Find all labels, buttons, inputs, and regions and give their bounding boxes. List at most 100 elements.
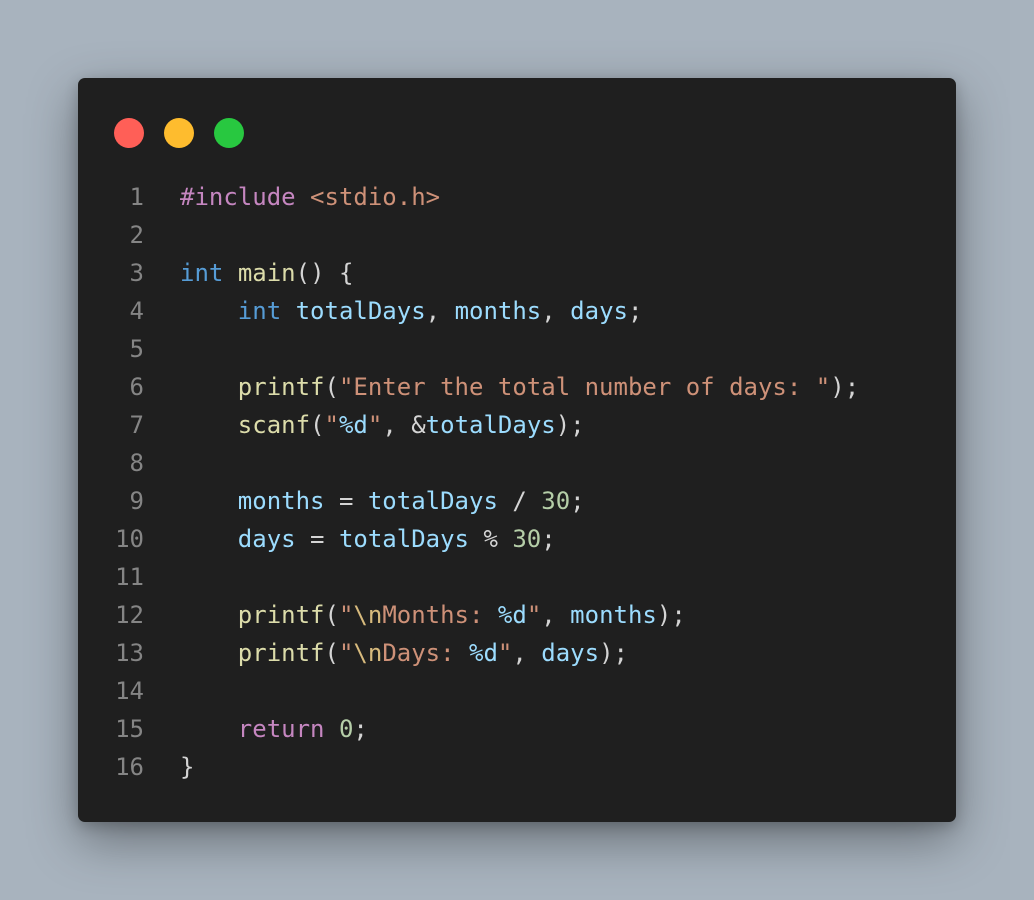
line-number: 9 xyxy=(129,487,144,515)
punctuation: ( xyxy=(295,259,311,287)
punctuation: ) xyxy=(555,411,571,439)
code-line: 11 xyxy=(78,558,956,596)
code-line: 2 xyxy=(78,216,956,254)
line-number: 1 xyxy=(129,183,144,211)
string-literal: " xyxy=(324,411,339,439)
line-source: scanf("%d", &totalDays); xyxy=(180,406,585,444)
line-number: 2 xyxy=(129,221,144,249)
variable: months xyxy=(570,601,657,629)
punctuation: , xyxy=(541,297,556,325)
punctuation: ; xyxy=(541,525,556,553)
punctuation: ) xyxy=(830,373,845,401)
string-literal: " xyxy=(367,411,383,439)
format-specifier: %d xyxy=(338,411,368,439)
line-source: months = totalDays / 30; xyxy=(180,482,585,520)
line-number: 4 xyxy=(129,297,144,325)
line-number: 10 xyxy=(115,525,144,553)
variable: days xyxy=(570,297,628,325)
punctuation: ; xyxy=(844,373,860,401)
string-literal: " xyxy=(338,601,354,629)
string-literal: Days: xyxy=(382,639,470,667)
line-source: #include <stdio.h> xyxy=(180,178,440,216)
variable: totalDays xyxy=(367,487,498,515)
code-line: 14 xyxy=(78,672,956,710)
punctuation: ( xyxy=(324,373,339,401)
line-number: 6 xyxy=(129,373,144,401)
number-literal: 30 xyxy=(512,525,542,553)
line-number: 14 xyxy=(115,677,144,705)
punctuation: ; xyxy=(353,715,368,743)
variable: days xyxy=(541,639,600,667)
control-keyword: return xyxy=(237,715,325,743)
string-literal: " xyxy=(338,639,354,667)
code-line: 9 months = totalDays / 30; xyxy=(78,482,956,520)
escape-sequence: \n xyxy=(353,639,383,667)
function-name: printf xyxy=(237,373,325,401)
line-source: return 0; xyxy=(180,710,368,748)
string-literal: " xyxy=(497,639,513,667)
function-name: printf xyxy=(237,601,325,629)
line-number: 5 xyxy=(129,335,144,363)
code-line: 1 #include <stdio.h> xyxy=(78,178,956,216)
type-keyword: int xyxy=(237,297,282,325)
line-number: 3 xyxy=(129,259,144,287)
variable: days xyxy=(237,525,296,553)
format-specifier: %d xyxy=(469,639,498,667)
close-dot-icon[interactable] xyxy=(114,118,144,148)
line-number: 13 xyxy=(115,639,144,667)
punctuation: ; xyxy=(671,601,686,629)
code-line: 7 scanf("%d", &totalDays); xyxy=(78,406,956,444)
code-line: 4 int totalDays, months, days; xyxy=(78,292,956,330)
function-name: scanf xyxy=(237,411,311,439)
code-line: 12 printf("\nMonths: %d", months); xyxy=(78,596,956,634)
code-line: 16} xyxy=(78,748,956,786)
include-path: <stdio.h> xyxy=(295,183,441,211)
string-literal: Months: xyxy=(382,601,498,629)
line-number: 12 xyxy=(115,601,144,629)
string-literal: "Enter the total number of days: " xyxy=(338,373,831,401)
code-line: 13 printf("\nDays: %d", days); xyxy=(78,634,956,672)
punctuation: { xyxy=(338,259,354,287)
punctuation: = xyxy=(338,487,354,515)
variable: months xyxy=(237,487,325,515)
punctuation: ; xyxy=(570,487,585,515)
punctuation: % xyxy=(483,525,498,553)
line-number: 16 xyxy=(115,753,144,781)
line-source: int totalDays, months, days; xyxy=(180,292,643,330)
line-number: 11 xyxy=(115,563,144,591)
escape-sequence: \n xyxy=(353,601,383,629)
line-number: 7 xyxy=(129,411,144,439)
line-source: printf("\nDays: %d", days); xyxy=(180,634,628,672)
line-number: 15 xyxy=(115,715,144,743)
punctuation: ( xyxy=(324,601,339,629)
type-keyword: int xyxy=(180,259,224,287)
line-number: 8 xyxy=(129,449,144,477)
punctuation: , xyxy=(382,411,397,439)
code-line: 5 xyxy=(78,330,956,368)
code-line: 3 int main() { xyxy=(78,254,956,292)
code-window: 1 #include <stdio.h> 2 3 int main() {4 int t… xyxy=(78,78,956,822)
line-source: int main() { xyxy=(180,254,353,292)
number-literal: 0 xyxy=(338,715,354,743)
punctuation: ) xyxy=(599,639,614,667)
code-line: 10 days = totalDays % 30; xyxy=(78,520,956,558)
code-editor: 1 #include <stdio.h> 2 3 int main() {4 int t… xyxy=(78,178,956,786)
minimize-dot-icon[interactable] xyxy=(164,118,194,148)
preprocessor-keyword: #include xyxy=(180,183,296,211)
maximize-dot-icon[interactable] xyxy=(214,118,244,148)
string-literal: " xyxy=(526,601,542,629)
function-name: printf xyxy=(237,639,325,667)
punctuation: ) xyxy=(656,601,672,629)
line-source: printf("\nMonths: %d", months); xyxy=(180,596,686,634)
format-specifier: %d xyxy=(497,601,527,629)
variable: totalDays xyxy=(338,525,469,553)
punctuation: , xyxy=(512,639,527,667)
punctuation: & xyxy=(411,411,426,439)
number-literal: 30 xyxy=(541,487,571,515)
variable: months xyxy=(454,297,542,325)
variable: totalDays xyxy=(295,297,426,325)
line-source: printf("Enter the total number of days: … xyxy=(180,368,859,406)
punctuation: } xyxy=(180,753,195,781)
punctuation: ; xyxy=(613,639,628,667)
function-name: main xyxy=(237,259,296,287)
